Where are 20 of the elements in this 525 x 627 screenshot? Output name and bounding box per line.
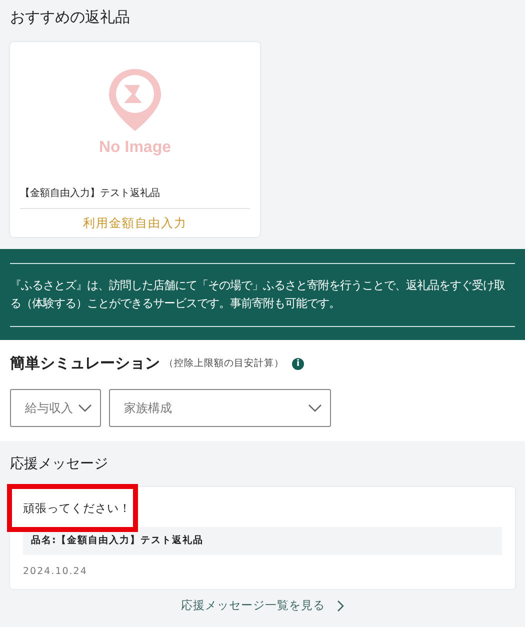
no-image-caption: No Image (98, 139, 171, 157)
map-pin-icon (107, 67, 163, 133)
dropdown-field[interactable]: 家族構成 (109, 389, 331, 427)
chevron-down-icon (78, 404, 92, 412)
section-heading: 応援メッセージ (10, 455, 109, 473)
product-card[interactable]: No Image 【金額自由入力】テスト返礼品 利用金額自由入力 (10, 42, 260, 237)
section-heading: 簡単シミュレーション (10, 354, 160, 373)
service-description: 『ふるさとズ』は、訪問した店舗にて「その場で」ふるさと寄附を行うことで、返礼品をすぐ受け取る（体験する）ことができるサービスです。事前寄附も可能です。 (10, 278, 506, 312)
view-all-link[interactable]: 応援メッセージ一覧を見る (181, 598, 325, 613)
dropdown-field[interactable]: 給与収入 (10, 389, 101, 427)
message-text: 頑張ってください！ (23, 501, 132, 516)
product-price: 利用金額自由入力 (20, 208, 250, 232)
message-date: 2024.10.24 (23, 566, 88, 577)
info-icon[interactable]: i (292, 358, 304, 370)
chevron-down-icon (308, 404, 322, 412)
section-subheading: （控除上限額の目安計算） (164, 357, 284, 370)
product-name: 【金額自由入力】テスト返礼品 (20, 186, 161, 200)
section-heading: おすすめの返礼品 (10, 8, 131, 27)
chevron-right-icon (337, 600, 344, 612)
product-label: 品名:【金額自由入力】テスト返礼品 (23, 527, 502, 555)
